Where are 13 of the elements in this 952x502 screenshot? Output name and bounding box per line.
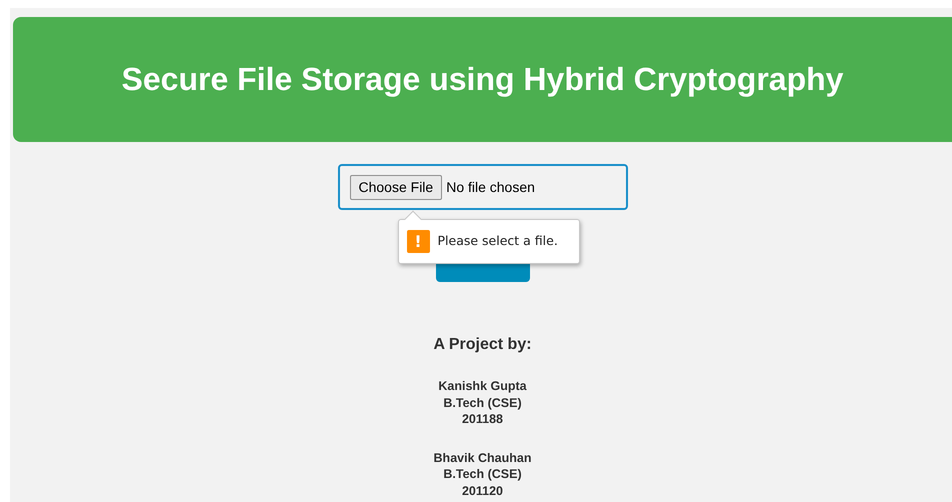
warning-icon: !: [406, 230, 430, 253]
choose-file-button[interactable]: Choose File: [350, 174, 442, 200]
member-name: Kanishk Gupta: [438, 378, 527, 395]
file-status: No file chosen: [446, 178, 535, 196]
member-name: Bhavik Chauhan: [434, 450, 532, 466]
page-title: Secure File Storage using Hybrid Cryptography: [122, 60, 844, 99]
member-id: 201120: [462, 482, 504, 500]
file-field[interactable]: Choose File No file chosen: [338, 164, 628, 210]
member-program: B.Tech (CSE): [443, 466, 522, 483]
tooltip-message: Please select a file.: [438, 232, 558, 250]
member-id: 201188: [462, 411, 504, 428]
credits-heading: A Project by:: [432, 335, 533, 354]
member-program: B.Tech (CSE): [443, 394, 522, 412]
